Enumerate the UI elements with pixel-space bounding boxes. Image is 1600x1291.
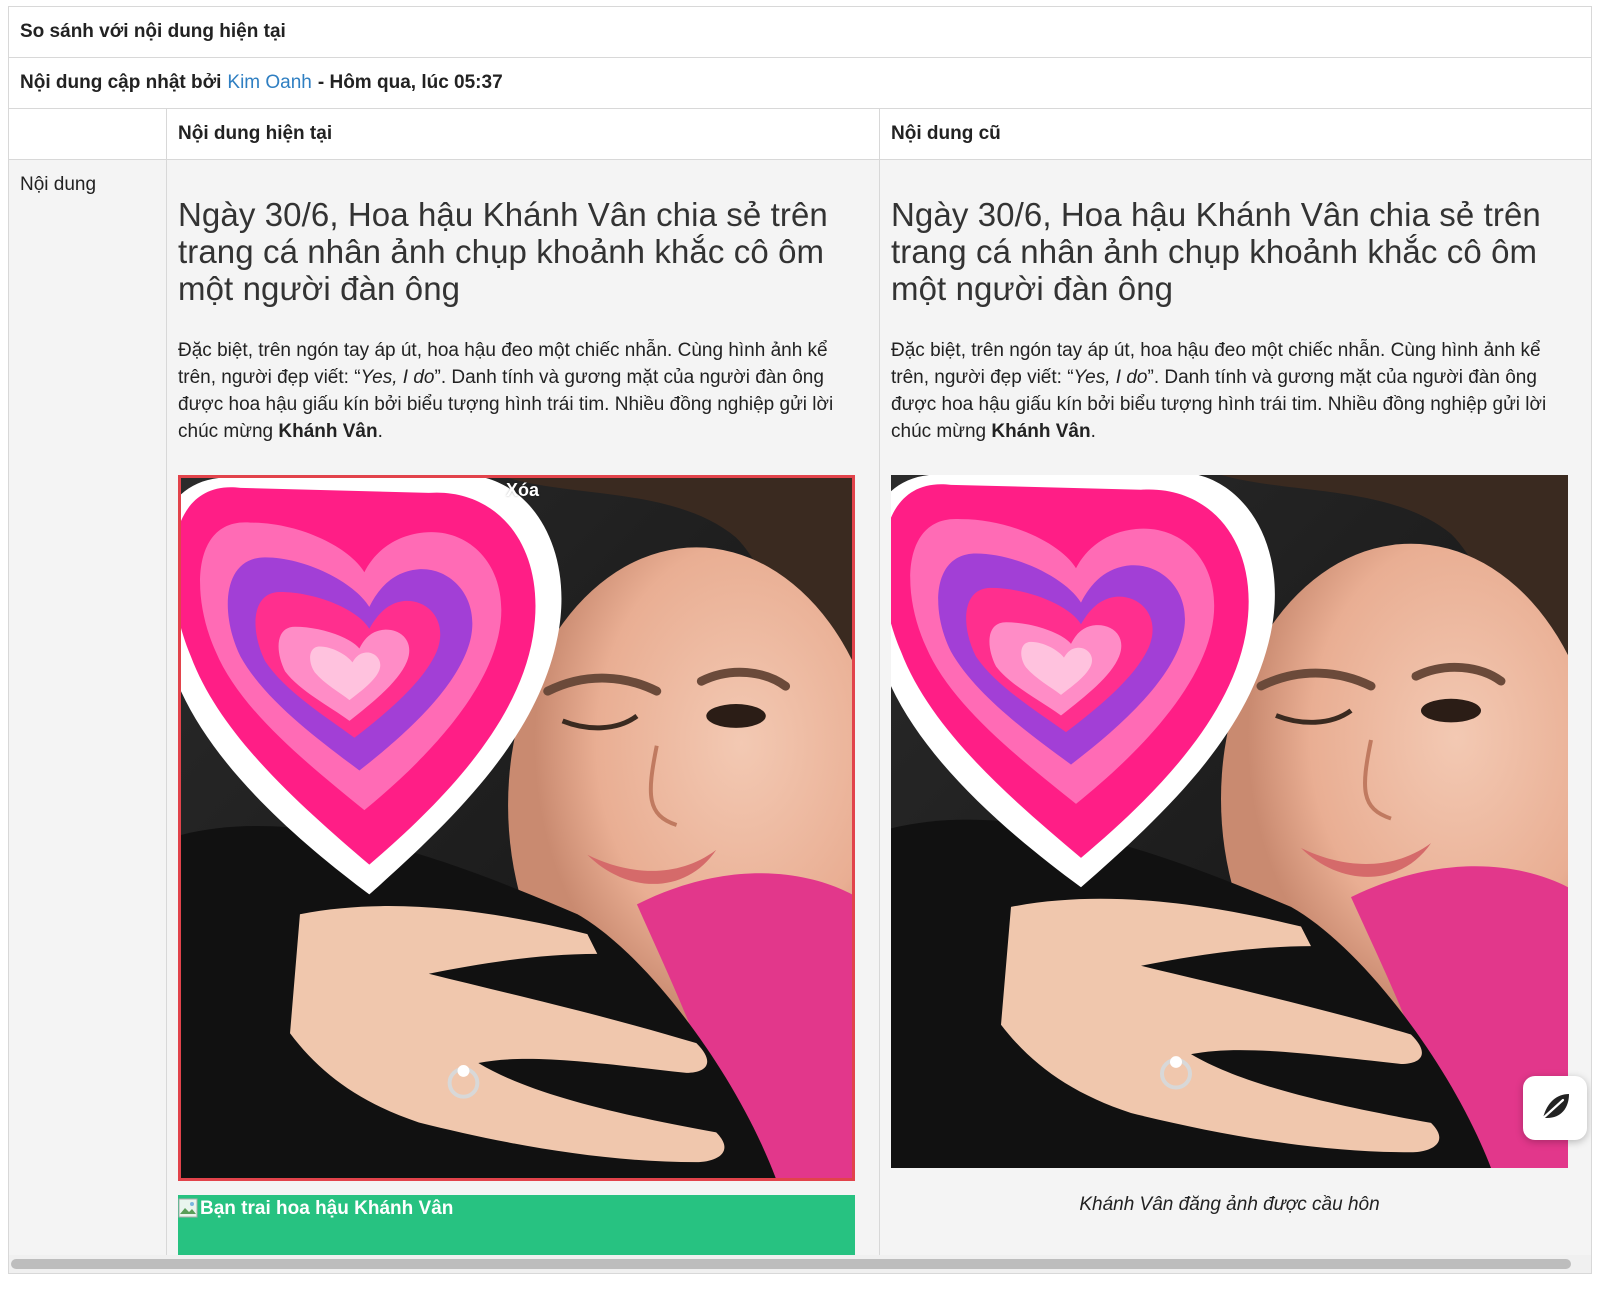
panel-title: So sánh với nội dung hiện tại xyxy=(9,7,1591,58)
deleted-label: Xóa xyxy=(506,480,540,500)
table-header: Nội dung hiện tại Nội dung cũ xyxy=(9,109,1591,160)
current-content-cell: Ngày 30/6, Hoa hậu Khánh Vân chia sẻ trê… xyxy=(167,160,880,1273)
header-empty-cell xyxy=(9,109,167,159)
old-headline: Ngày 30/6, Hoa hậu Khánh Vân chia sẻ trê… xyxy=(891,196,1541,307)
compare-table: Nội dung hiện tại Nội dung cũ Nội dung N… xyxy=(9,109,1591,1273)
broken-image-icon xyxy=(178,1198,198,1218)
meta-prefix: Nội dung cập nhật bởi xyxy=(20,72,222,93)
leaf-button[interactable] xyxy=(1523,1076,1587,1140)
scrollbar-thumb[interactable] xyxy=(11,1259,1571,1269)
compare-panel: So sánh với nội dung hiện tại Nội dung c… xyxy=(8,6,1592,1274)
revision-meta: Nội dung cập nhật bởi Kim Oanh - Hôm qua… xyxy=(9,58,1591,109)
heart-sticker-photo xyxy=(891,475,1568,1168)
leaf-icon xyxy=(1537,1088,1573,1129)
horizontal-scrollbar[interactable] xyxy=(9,1255,1591,1273)
row-label: Nội dung xyxy=(9,160,167,1273)
inserted-image-placeholder: Bạn trai hoa hậu Khánh Vân xyxy=(178,1195,855,1257)
deleted-image: Xóa xyxy=(178,475,855,1181)
image-caption: Khánh Vân đăng ảnh được cầu hôn xyxy=(1079,1194,1380,1215)
old-paragraph: Đặc biệt, trên ngón tay áp út, hoa hậu đ… xyxy=(891,340,1547,442)
table-row: Nội dung Ngày 30/6, Hoa hậu Khánh Vân ch… xyxy=(9,160,1591,1273)
old-content-cell: Ngày 30/6, Hoa hậu Khánh Vân chia sẻ trê… xyxy=(880,160,1591,1273)
inserted-image-alt: Bạn trai hoa hậu Khánh Vân xyxy=(200,1198,454,1219)
heart-sticker-photo xyxy=(181,478,852,1178)
revision-time: - Hôm qua, lúc 05:37 xyxy=(317,72,503,93)
header-old: Nội dung cũ xyxy=(891,123,1001,144)
old-image xyxy=(891,475,1568,1168)
author-link[interactable]: Kim Oanh xyxy=(227,72,311,94)
header-current: Nội dung hiện tại xyxy=(167,109,880,159)
truncated-text xyxy=(891,1234,1568,1244)
current-paragraph: Đặc biệt, trên ngón tay áp út, hoa hậu đ… xyxy=(178,340,834,442)
current-headline: Ngày 30/6, Hoa hậu Khánh Vân chia sẻ trê… xyxy=(178,196,828,307)
